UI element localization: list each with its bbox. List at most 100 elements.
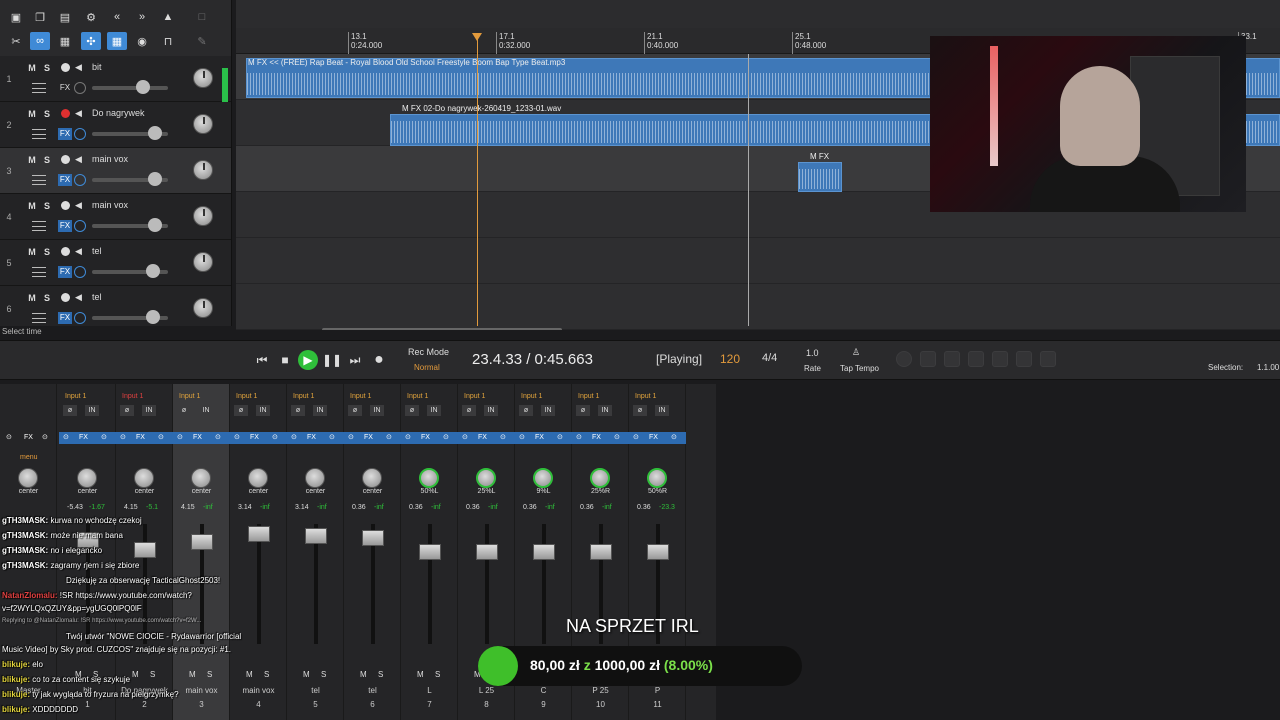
track-header[interactable]: 4 M S ◀ main vox FX <box>0 194 231 240</box>
volume-thumb[interactable] <box>146 264 160 278</box>
fx-button[interactable]: FX <box>58 266 72 278</box>
volume-fader[interactable] <box>362 530 384 546</box>
volume-fader[interactable] <box>305 528 327 544</box>
paste-icon[interactable]: ▤ <box>55 8 75 26</box>
volume-slider[interactable] <box>92 86 168 90</box>
volume-thumb[interactable] <box>136 80 150 94</box>
play-icon[interactable]: ▶ <box>298 350 318 370</box>
phase-invert-button[interactable]: ø <box>234 405 248 416</box>
pause-icon[interactable]: ❚❚ <box>322 350 342 370</box>
pan-knob[interactable] <box>193 114 213 134</box>
fx-row[interactable]: ⊙ FX ⊙ <box>230 432 287 444</box>
speaker-icon[interactable]: ◀ <box>75 292 85 302</box>
skip-forward-icon[interactable]: ⏭ <box>345 350 365 370</box>
track-name[interactable]: tel <box>92 292 102 302</box>
rec-mode-label[interactable]: Rec Mode <box>408 347 449 357</box>
menu-label[interactable]: menu <box>20 454 38 461</box>
volume-fader[interactable] <box>590 544 612 560</box>
gear-icon[interactable]: ⚙ <box>81 8 101 26</box>
input-label[interactable]: Input 1 <box>407 393 428 400</box>
tool-icon[interactable] <box>992 351 1008 367</box>
save-doc-icon[interactable]: ▣ <box>6 8 26 26</box>
input-label[interactable]: Input 1 <box>464 393 485 400</box>
fx-row[interactable]: ⊙ FX ⊙ <box>458 432 515 444</box>
track-name[interactable]: main vox <box>92 200 128 210</box>
envelope-icon[interactable] <box>32 83 46 93</box>
speaker-icon[interactable]: ◀ <box>75 246 85 256</box>
fx-button[interactable]: FX <box>58 128 72 140</box>
input-monitor-button[interactable]: IN <box>256 405 270 416</box>
track-name[interactable]: tel <box>92 246 102 256</box>
metronome-icon[interactable]: ♙ <box>852 347 860 358</box>
phase-invert-button[interactable]: ø <box>462 405 476 416</box>
track-header[interactable]: 2 M S ◀ Do nagrywek FX <box>0 102 231 148</box>
record-arm-button[interactable] <box>61 201 70 210</box>
phase-invert-button[interactable]: ø <box>405 405 419 416</box>
track-header[interactable]: 5 M S ◀ tel FX <box>0 240 231 286</box>
fx-row[interactable]: ⊙ FX ⊙ <box>515 432 572 444</box>
fx-row[interactable]: ⊙ FX ⊙ <box>173 432 230 444</box>
selection-value[interactable]: 1.1.00 <box>1257 363 1279 372</box>
input-label[interactable]: Input 1 <box>236 393 257 400</box>
solo-button[interactable]: S <box>378 670 383 679</box>
pan-knob[interactable] <box>191 468 211 488</box>
envelope-icon[interactable] <box>32 175 46 185</box>
mute-button[interactable]: M <box>360 670 367 679</box>
pan-knob[interactable] <box>362 468 382 488</box>
input-label[interactable]: Input 1 <box>122 393 143 400</box>
speaker-icon[interactable]: ◀ <box>75 108 85 118</box>
pan-knob[interactable] <box>193 206 213 226</box>
fx-power-icon[interactable] <box>74 220 86 232</box>
fx-row[interactable]: ⊙ FX ⊙ <box>401 432 458 444</box>
fx-row[interactable]: ⊙ FX ⊙ <box>344 432 401 444</box>
mute-button[interactable]: M <box>303 670 310 679</box>
pan-knob[interactable] <box>533 468 553 488</box>
fx-row[interactable]: ⊙ FX ⊙ <box>59 432 116 444</box>
speaker-icon[interactable]: ◀ <box>75 154 85 164</box>
mute-button[interactable]: M <box>26 246 38 258</box>
phase-invert-button[interactable]: ø <box>291 405 305 416</box>
pan-knob[interactable] <box>305 468 325 488</box>
phase-invert-button[interactable]: ø <box>63 405 77 416</box>
input-label[interactable]: Input 1 <box>578 393 599 400</box>
input-label[interactable]: Input 1 <box>350 393 371 400</box>
solo-button[interactable]: S <box>435 670 440 679</box>
input-label[interactable]: Input 1 <box>179 393 200 400</box>
envelope-icon[interactable] <box>32 129 46 139</box>
envelope-icon[interactable] <box>32 267 46 277</box>
horizontal-scrollbar[interactable] <box>322 328 562 330</box>
fader-track[interactable] <box>428 524 432 644</box>
fx-row[interactable]: ⊙ FX ⊙ <box>287 432 344 444</box>
forward-icon[interactable]: » <box>132 8 152 26</box>
volume-fader[interactable] <box>647 544 669 560</box>
tool-icon[interactable] <box>968 351 984 367</box>
input-monitor-button[interactable]: IN <box>313 405 327 416</box>
speaker-icon[interactable]: ◀ <box>75 200 85 210</box>
solo-button[interactable]: S <box>41 62 53 74</box>
tool-icon[interactable] <box>944 351 960 367</box>
link-icon[interactable]: ∞ <box>30 32 50 50</box>
pan-knob[interactable] <box>248 468 268 488</box>
input-monitor-button[interactable]: IN <box>199 405 213 416</box>
record-arm-button[interactable] <box>61 293 70 302</box>
bpm-display[interactable]: 120 <box>720 352 740 366</box>
pan-knob[interactable] <box>77 468 97 488</box>
solo-button[interactable]: S <box>41 200 53 212</box>
fx-button[interactable]: FX <box>58 220 72 232</box>
input-monitor-button[interactable]: IN <box>370 405 384 416</box>
phase-invert-button[interactable]: ø <box>519 405 533 416</box>
mute-button[interactable]: M <box>26 62 38 74</box>
camera-icon[interactable]: ◉ <box>132 32 152 50</box>
rec-mode-value[interactable]: Normal <box>414 363 440 372</box>
envelope-icon[interactable] <box>32 313 46 323</box>
snap-icon[interactable]: ✣ <box>81 32 101 50</box>
phase-invert-button[interactable]: ø <box>633 405 647 416</box>
phase-invert-button[interactable]: ø <box>576 405 590 416</box>
phase-invert-button[interactable]: ø <box>348 405 362 416</box>
track-header[interactable]: 1 M S ◀ bit FX <box>0 56 231 102</box>
mixer-strip[interactable]: Input 1 ø IN ⊙ FX ⊙ center 0.36 -inf M Stel 6 <box>344 384 401 720</box>
solo-button[interactable]: S <box>41 108 53 120</box>
mute-button[interactable]: M <box>26 108 38 120</box>
fx-power-icon[interactable] <box>74 174 86 186</box>
rewind-icon[interactable]: « <box>107 8 127 26</box>
